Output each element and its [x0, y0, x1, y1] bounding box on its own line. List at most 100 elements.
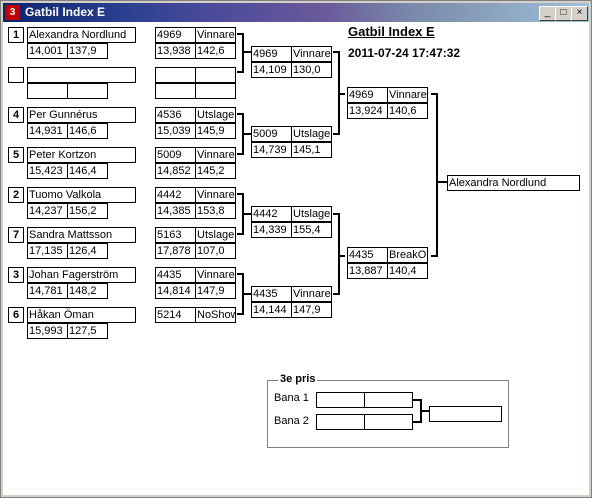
lane1-label: Bana 1 — [274, 392, 309, 404]
elapsed-time[interactable]: 14,852 — [155, 163, 196, 179]
minimize-button[interactable]: _ — [539, 6, 556, 21]
elapsed-time[interactable] — [155, 83, 196, 99]
car-number[interactable] — [155, 67, 196, 83]
result[interactable]: Utslagen — [291, 126, 332, 142]
elapsed-time[interactable]: 14,385 — [155, 203, 196, 219]
trap-speed[interactable]: 145,1 — [291, 142, 332, 158]
reaction-time[interactable]: 14,237 — [27, 203, 68, 219]
car-number[interactable]: 4969 — [251, 46, 292, 62]
lane1-result[interactable] — [364, 392, 413, 408]
elapsed-time[interactable]: 13,938 — [155, 43, 196, 59]
final-winner[interactable]: Alexandra Nordlund — [447, 175, 580, 191]
driver-name[interactable]: Håkan Öman — [27, 307, 136, 323]
car-number[interactable]: 4969 — [347, 87, 388, 103]
driver-name[interactable]: Peter Kortzon — [27, 147, 136, 163]
result[interactable]: Vinnare — [387, 87, 428, 103]
title-bar[interactable]: 3 Gatbil Index E _ □ × — [3, 3, 589, 22]
speed[interactable]: 146,6 — [67, 123, 108, 139]
car-number[interactable]: 4442 — [155, 187, 196, 203]
trap-speed[interactable]: 130,0 — [291, 62, 332, 78]
elapsed-time[interactable]: 15,039 — [155, 123, 196, 139]
result[interactable]: BreakOut — [387, 247, 428, 263]
result[interactable]: Vinnare — [291, 286, 332, 302]
trap-speed[interactable]: 142,6 — [195, 43, 236, 59]
maximize-button[interactable]: □ — [555, 6, 572, 21]
reaction-time[interactable]: 14,781 — [27, 283, 68, 299]
elapsed-time[interactable]: 14,144 — [251, 302, 292, 318]
trap-speed[interactable]: 107,0 — [195, 243, 236, 259]
car-number[interactable]: 4435 — [155, 267, 196, 283]
driver-name[interactable]: Per Gunnérus — [27, 107, 136, 123]
result[interactable]: Vinnare — [195, 267, 236, 283]
result[interactable] — [195, 67, 236, 83]
speed[interactable] — [67, 83, 108, 99]
result[interactable]: Utslagen — [195, 107, 236, 123]
speed[interactable]: 126,4 — [67, 243, 108, 259]
speed[interactable]: 137,9 — [67, 43, 108, 59]
driver-name[interactable]: Sandra Mattsson — [27, 227, 136, 243]
reaction-time[interactable] — [27, 83, 68, 99]
driver-name[interactable]: Alexandra Nordlund — [27, 27, 136, 43]
trap-speed[interactable]: 155,4 — [291, 222, 332, 238]
third-place-winner[interactable] — [429, 406, 502, 422]
seed-badge: 7 — [8, 227, 24, 243]
car-number[interactable]: 5214 — [155, 307, 196, 323]
result[interactable]: Utslagen — [291, 206, 332, 222]
third-place-legend: 3e pris — [278, 373, 318, 385]
app-window: 3 Gatbil Index E _ □ × Gatbil Index E 20… — [0, 0, 592, 498]
car-number[interactable]: 5009 — [155, 147, 196, 163]
reaction-time[interactable]: 14,001 — [27, 43, 68, 59]
elapsed-time[interactable]: 14,814 — [155, 283, 196, 299]
close-button[interactable]: × — [571, 6, 588, 21]
car-number[interactable]: 5009 — [251, 126, 292, 142]
seed-badge: 5 — [8, 147, 24, 163]
reaction-time[interactable]: 15,993 — [27, 323, 68, 339]
car-number[interactable]: 4435 — [251, 286, 292, 302]
elapsed-time[interactable]: 14,109 — [251, 62, 292, 78]
speed[interactable]: 146,4 — [67, 163, 108, 179]
trap-speed[interactable]: 147,9 — [291, 302, 332, 318]
result[interactable]: Utslagen — [195, 227, 236, 243]
elapsed-time[interactable]: 14,339 — [251, 222, 292, 238]
driver-name[interactable] — [27, 67, 136, 83]
reaction-time[interactable]: 15,423 — [27, 163, 68, 179]
elapsed-time[interactable]: 14,739 — [251, 142, 292, 158]
seed-badge: 2 — [8, 187, 24, 203]
reaction-time[interactable]: 14,931 — [27, 123, 68, 139]
car-number[interactable]: 5163 — [155, 227, 196, 243]
app-icon[interactable]: 3 — [5, 5, 20, 20]
seed-badge: 4 — [8, 107, 24, 123]
result[interactable]: Vinnare — [195, 27, 236, 43]
result[interactable]: Vinnare — [291, 46, 332, 62]
trap-speed[interactable]: 147,9 — [195, 283, 236, 299]
seed-badge — [8, 67, 24, 83]
speed[interactable]: 148,2 — [67, 283, 108, 299]
trap-speed[interactable]: 145,9 — [195, 123, 236, 139]
elapsed-time[interactable]: 13,887 — [347, 263, 388, 279]
lane2-label: Bana 2 — [274, 415, 309, 427]
elapsed-time[interactable]: 17,878 — [155, 243, 196, 259]
trap-speed[interactable]: 140,6 — [387, 103, 428, 119]
lane1-car-number[interactable] — [316, 392, 365, 408]
elapsed-time[interactable]: 13,924 — [347, 103, 388, 119]
trap-speed[interactable] — [195, 83, 236, 99]
lane2-car-number[interactable] — [316, 414, 365, 430]
result[interactable]: NoShow — [195, 307, 236, 323]
driver-name[interactable]: Johan Fagerström — [27, 267, 136, 283]
car-number[interactable]: 4435 — [347, 247, 388, 263]
result[interactable]: Vinnare — [195, 187, 236, 203]
car-number[interactable]: 4536 — [155, 107, 196, 123]
car-number[interactable]: 4442 — [251, 206, 292, 222]
window-title: Gatbil Index E — [25, 5, 106, 19]
reaction-time[interactable]: 17,135 — [27, 243, 68, 259]
result[interactable]: Vinnare — [195, 147, 236, 163]
trap-speed[interactable]: 145,2 — [195, 163, 236, 179]
lane2-result[interactable] — [364, 414, 413, 430]
trap-speed[interactable]: 153,8 — [195, 203, 236, 219]
driver-name[interactable]: Tuomo Valkola — [27, 187, 136, 203]
connector — [237, 33, 251, 53]
speed[interactable]: 156,2 — [67, 203, 108, 219]
trap-speed[interactable]: 140,4 — [387, 263, 428, 279]
car-number[interactable]: 4969 — [155, 27, 196, 43]
speed[interactable]: 127,5 — [67, 323, 108, 339]
